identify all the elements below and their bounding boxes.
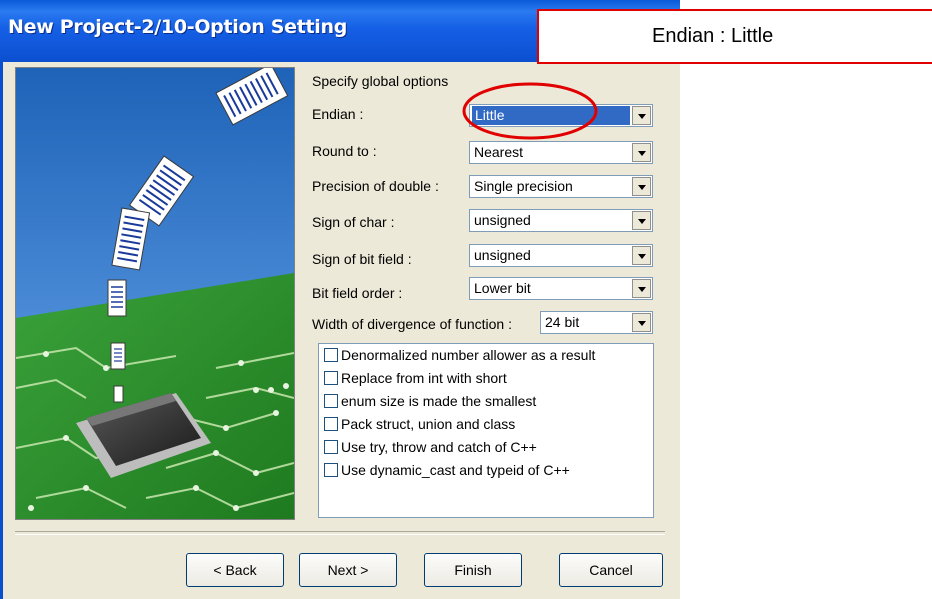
checkbox-pack-struct[interactable]: Pack struct, union and class — [324, 414, 515, 434]
bit-field-order-label: Bit field order : — [312, 285, 403, 301]
sign-of-char-value: unsigned — [474, 212, 531, 228]
checkbox-denormalized[interactable]: Denormalized number allower as a result — [324, 345, 595, 365]
checkbox-replace-int-short[interactable]: Replace from int with short — [324, 368, 507, 388]
chevron-down-icon[interactable] — [632, 143, 651, 162]
checkbox-icon[interactable] — [324, 463, 338, 477]
checkbox-icon[interactable] — [324, 371, 338, 385]
cancel-button[interactable]: Cancel — [559, 553, 663, 587]
options-heading: Specify global options — [312, 73, 449, 89]
options-checkbox-list: Denormalized number allower as a result … — [318, 343, 654, 518]
checkbox-icon[interactable] — [324, 394, 338, 408]
separator — [15, 531, 665, 535]
width-of-divergence-select[interactable]: 24 bit — [540, 311, 653, 334]
chevron-down-icon[interactable] — [632, 106, 651, 125]
chevron-down-icon[interactable] — [632, 279, 651, 298]
checkbox-label: Denormalized number allower as a result — [341, 347, 596, 363]
back-button[interactable]: < Back — [186, 553, 284, 587]
checkbox-icon[interactable] — [324, 348, 338, 362]
checkbox-label: enum size is made the smallest — [341, 393, 537, 409]
checkbox-icon[interactable] — [324, 417, 338, 431]
precision-value: Single precision — [474, 178, 573, 194]
finish-button[interactable]: Finish — [424, 553, 522, 587]
precision-label: Precision of double : — [312, 178, 439, 194]
endian-label: Endian : — [312, 106, 364, 122]
checkbox-dynamic-cast[interactable]: Use dynamic_cast and typeid of C++ — [324, 460, 570, 480]
sign-of-bit-field-select[interactable]: unsigned — [469, 244, 653, 267]
endian-select[interactable]: Little — [469, 104, 653, 127]
round-to-select[interactable]: Nearest — [469, 141, 653, 164]
checkbox-label: Pack struct, union and class — [341, 416, 516, 432]
next-button[interactable]: Next > — [299, 553, 397, 587]
width-of-divergence-value: 24 bit — [545, 314, 580, 330]
sign-of-char-select[interactable]: unsigned — [469, 209, 653, 232]
sign-of-bit-field-value: unsigned — [474, 247, 531, 263]
checkbox-icon[interactable] — [324, 440, 338, 454]
chip-documents-illustration — [16, 68, 294, 519]
chevron-down-icon[interactable] — [632, 211, 651, 230]
round-to-value: Nearest — [474, 144, 524, 160]
checkbox-label: Use try, throw and catch of C++ — [341, 439, 537, 455]
endian-value: Little — [472, 106, 630, 125]
option-setting-dialog: New Project-2/10-Option Setting Specify … — [0, 0, 680, 599]
sign-of-bit-field-label: Sign of bit field : — [312, 251, 412, 267]
bit-field-order-value: Lower bit — [474, 280, 531, 296]
checkbox-label: Use dynamic_cast and typeid of C++ — [341, 462, 570, 478]
round-to-label: Round to : — [312, 143, 377, 159]
checkbox-try-throw-catch[interactable]: Use try, throw and catch of C++ — [324, 437, 537, 457]
annotation-callout: Endian : Little — [537, 9, 932, 64]
wizard-illustration — [15, 67, 295, 520]
checkbox-enum-smallest[interactable]: enum size is made the smallest — [324, 391, 536, 411]
precision-select[interactable]: Single precision — [469, 175, 653, 198]
checkbox-label: Replace from int with short — [341, 370, 507, 386]
chevron-down-icon[interactable] — [632, 313, 651, 332]
width-of-divergence-label: Width of divergence of function : — [312, 316, 512, 332]
chevron-down-icon[interactable] — [632, 177, 651, 196]
chevron-down-icon[interactable] — [632, 246, 651, 265]
annotation-text: Endian : Little — [652, 25, 774, 47]
bit-field-order-select[interactable]: Lower bit — [469, 277, 653, 300]
sign-of-char-label: Sign of char : — [312, 214, 395, 230]
window-title: New Project-2/10-Option Setting — [8, 16, 348, 38]
